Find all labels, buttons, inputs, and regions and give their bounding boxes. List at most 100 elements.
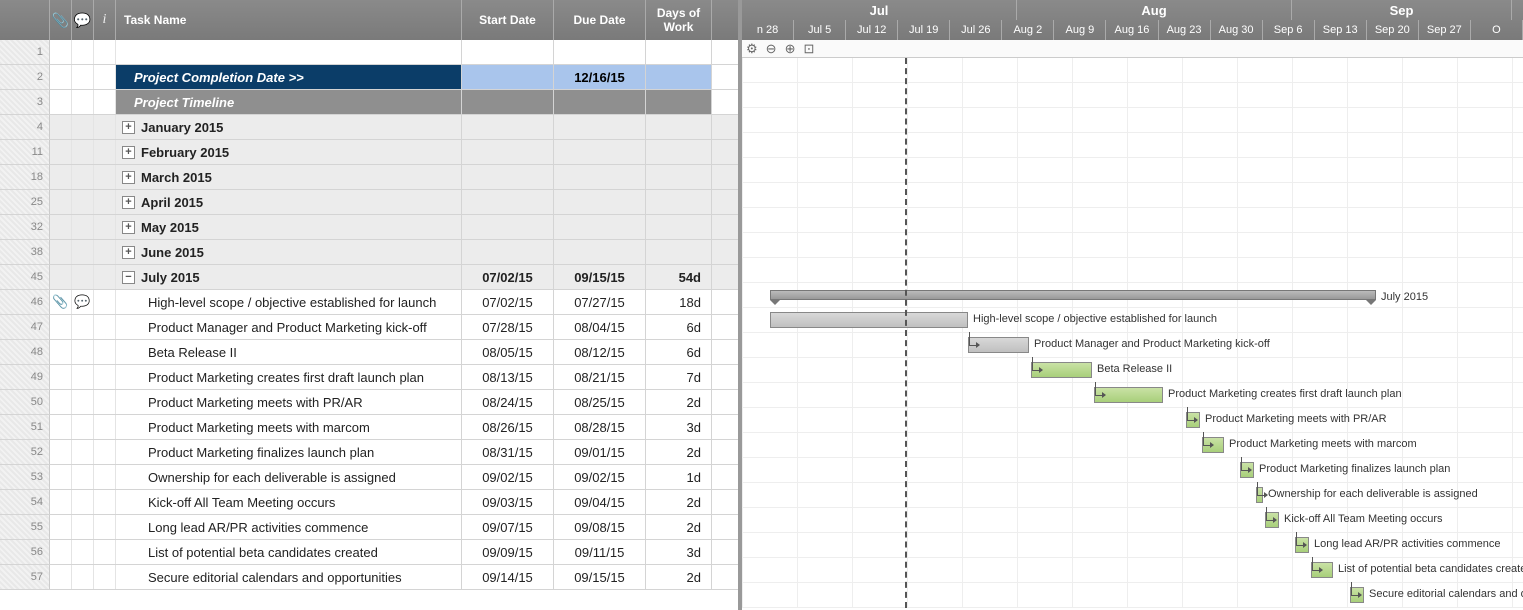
due-date-cell[interactable]: 07/27/15 [554,290,646,314]
due-date-cell[interactable] [554,40,646,64]
due-date-cell[interactable] [554,140,646,164]
table-row[interactable]: 56List of potential beta candidates crea… [0,540,738,565]
gantt-bar[interactable]: Ownership for each deliverable is assign… [1256,487,1263,503]
task-cell[interactable]: Ownership for each deliverable is assign… [116,465,462,489]
gantt-bar[interactable]: Kick-off All Team Meeting occurs [1265,512,1279,528]
row-number[interactable]: 51 [0,415,50,439]
start-date-cell[interactable] [462,90,554,114]
task-cell[interactable]: +March 2015 [116,165,462,189]
row-number[interactable]: 2 [0,65,50,89]
task-cell[interactable]: Product Marketing meets with PR/AR [116,390,462,414]
due-date-cell[interactable]: 08/21/15 [554,365,646,389]
due-date-cell[interactable]: 09/08/15 [554,515,646,539]
zoom-in-icon[interactable]: ⊕ [785,41,796,57]
week-label[interactable]: Jul 12 [846,20,898,40]
days-cell[interactable]: 7d [646,365,712,389]
days-cell[interactable]: 3d [646,540,712,564]
start-date-cell[interactable]: 09/03/15 [462,490,554,514]
row-number[interactable]: 32 [0,215,50,239]
start-date-cell[interactable]: 08/13/15 [462,365,554,389]
table-row[interactable]: 4 +January 2015 [0,115,738,140]
due-date-cell[interactable]: 09/15/15 [554,565,646,589]
start-date-cell[interactable] [462,40,554,64]
due-date-cell[interactable]: 08/28/15 [554,415,646,439]
days-cell[interactable]: 2d [646,440,712,464]
due-date-cell[interactable] [554,165,646,189]
task-cell[interactable]: Project Completion Date >> [116,65,462,89]
task-cell[interactable]: Beta Release II [116,340,462,364]
table-row[interactable]: 25+April 2015 [0,190,738,215]
start-date-cell[interactable] [462,240,554,264]
task-cell[interactable]: +January 2015 [116,115,462,139]
days-cell[interactable] [646,65,712,89]
table-row[interactable]: 45−July 201507/02/1509/15/1554d [0,265,738,290]
gantt-bar[interactable]: Product Manager and Product Marketing ki… [968,337,1029,353]
task-name-header[interactable]: Task Name [116,0,462,40]
week-label[interactable]: Jul 19 [898,20,950,40]
row-number[interactable]: 53 [0,465,50,489]
days-cell[interactable]: 2d [646,515,712,539]
row-number[interactable]: 54 [0,490,50,514]
gantt-bar[interactable]: Beta Release II [1031,362,1092,378]
table-row[interactable]: 57 Secure editorial calendars and opportu… [0,565,738,590]
due-date-cell[interactable]: 12/16/15 [554,65,646,89]
week-label[interactable]: Aug 30 [1211,20,1263,40]
start-date-cell[interactable] [462,165,554,189]
start-date-cell[interactable]: 09/07/15 [462,515,554,539]
task-cell[interactable]: +May 2015 [116,215,462,239]
days-cell[interactable]: 2d [646,490,712,514]
gantt-bar[interactable]: High-level scope / objective established… [770,312,968,328]
row-number[interactable]: 1 [0,40,50,64]
week-label[interactable]: Sep 13 [1315,20,1367,40]
table-row[interactable]: 38+June 2015 [0,240,738,265]
week-label[interactable]: Sep 6 [1263,20,1315,40]
week-label[interactable]: O [1471,20,1523,40]
table-row[interactable]: 2 Project Completion Date >> 12/16/15 [0,65,738,90]
table-row[interactable]: 32 +May 2015 [0,215,738,240]
table-row[interactable]: 3Project Timeline [0,90,738,115]
week-label[interactable]: n 28 [742,20,794,40]
task-cell[interactable]: Product Marketing meets with marcom [116,415,462,439]
start-date-cell[interactable] [462,115,554,139]
table-row[interactable]: 54 Kick-off All Team Meeting occurs09/03/… [0,490,738,515]
days-cell[interactable]: 6d [646,340,712,364]
gantt-bar[interactable]: Secure editorial calendars and op [1350,587,1364,603]
gantt-bar[interactable]: Long lead AR/PR activities commence [1295,537,1309,553]
task-cell[interactable]: +February 2015 [116,140,462,164]
start-date-cell[interactable]: 07/02/15 [462,265,554,289]
task-cell[interactable]: Kick-off All Team Meeting occurs [116,490,462,514]
task-cell[interactable]: +June 2015 [116,240,462,264]
table-row[interactable]: 50Product Marketing meets with PR/AR08/2… [0,390,738,415]
zoom-fit-icon[interactable]: ⊡ [803,41,814,57]
expand-toggle[interactable]: − [122,271,135,284]
task-cell[interactable]: Long lead AR/PR activities commence [116,515,462,539]
gantt-bar[interactable]: Product Marketing finalizes launch plan [1240,462,1254,478]
days-cell[interactable]: 1d [646,465,712,489]
row-number[interactable]: 50 [0,390,50,414]
start-date-cell[interactable] [462,215,554,239]
week-label[interactable]: Aug 16 [1106,20,1158,40]
row-number[interactable]: 4 [0,115,50,139]
gantt-bar[interactable]: List of potential beta candidates create… [1311,562,1333,578]
task-cell[interactable]: Product Marketing creates first draft la… [116,365,462,389]
task-cell[interactable]: Product Marketing finalizes launch plan [116,440,462,464]
table-row[interactable]: 55Long lead AR/PR activities commence09/… [0,515,738,540]
due-date-cell[interactable] [554,240,646,264]
row-number[interactable]: 57 [0,565,50,589]
week-label[interactable]: Sep 20 [1367,20,1419,40]
start-date-cell[interactable]: 08/05/15 [462,340,554,364]
task-cell[interactable] [116,40,462,64]
week-label[interactable]: Jul 26 [950,20,1002,40]
week-label[interactable]: Aug 23 [1159,20,1211,40]
days-cell[interactable] [646,190,712,214]
due-date-cell[interactable]: 08/04/15 [554,315,646,339]
task-cell[interactable]: Secure editorial calendars and opportuni… [116,565,462,589]
gantt-bar[interactable]: Product Marketing meets with PR/AR [1186,412,1200,428]
due-date-cell[interactable]: 09/02/15 [554,465,646,489]
attachment-icon[interactable]: 📎 [50,290,72,314]
table-row[interactable]: 51 Product Marketing meets with marcom 08/… [0,415,738,440]
days-cell[interactable]: 3d [646,415,712,439]
start-date-cell[interactable]: 09/02/15 [462,465,554,489]
due-date-header[interactable]: Due Date [554,0,646,40]
due-date-cell[interactable] [554,190,646,214]
